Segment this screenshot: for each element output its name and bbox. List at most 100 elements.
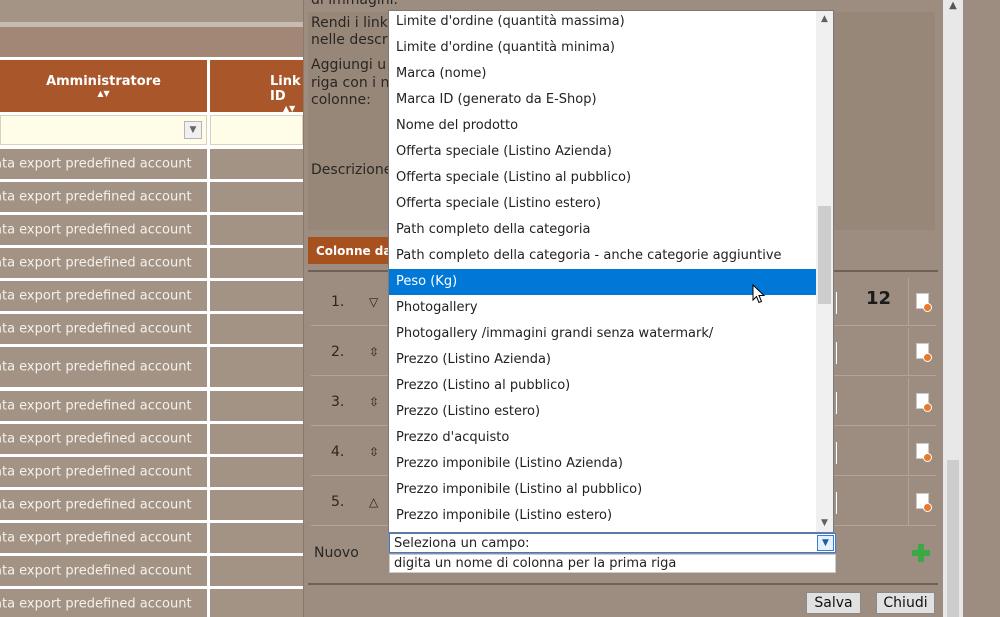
dropdown-option[interactable]: Prezzo (Listino estero) bbox=[389, 399, 816, 425]
sort-updown-icon[interactable]: ▽ bbox=[369, 295, 378, 309]
dropdown-option[interactable]: Prezzo d'acquisto bbox=[389, 425, 816, 451]
dropdown-option[interactable]: Photogallery /immagini grandi senza wate… bbox=[389, 321, 816, 347]
row-1-value: 12 bbox=[866, 288, 892, 309]
sort-arrows-icon[interactable]: ▲▼ bbox=[0, 90, 207, 98]
table-cell-link-id[interactable] bbox=[210, 556, 303, 586]
chevron-down-icon[interactable]: ▼ bbox=[184, 121, 202, 139]
field-select[interactable]: Seleziona un campo: ▼ bbox=[389, 533, 836, 553]
table-cell-link-id[interactable] bbox=[210, 523, 303, 553]
table-row-administrator[interactable]: ata export predefined account bbox=[0, 281, 207, 311]
scroll-up-icon[interactable]: ▲ bbox=[943, 0, 963, 16]
document-remove-icon[interactable] bbox=[916, 292, 932, 312]
column-header-link-id-label: Link ID bbox=[270, 74, 301, 104]
document-remove-icon[interactable] bbox=[916, 392, 932, 412]
dropdown-scrollbar[interactable]: ▲ ▼ bbox=[816, 11, 833, 532]
sort-updown-icon[interactable]: ⇳ bbox=[369, 395, 379, 409]
column-input-edge[interactable] bbox=[835, 492, 837, 514]
document-remove-icon[interactable] bbox=[916, 442, 932, 462]
chevron-down-icon[interactable]: ▼ bbox=[817, 535, 834, 551]
row-number: 4. bbox=[331, 443, 345, 460]
filter-input-link-id[interactable] bbox=[210, 115, 303, 145]
column-input-edge[interactable] bbox=[835, 342, 837, 364]
table-row-administrator[interactable]: ata export predefined account bbox=[0, 424, 207, 454]
table-cell-link-id[interactable] bbox=[210, 248, 303, 278]
row-number: 1. bbox=[331, 293, 345, 310]
table-row-administrator[interactable]: ata export predefined account bbox=[0, 182, 207, 212]
sort-arrows-icon[interactable]: ▲▼ bbox=[210, 105, 303, 113]
dropdown-option[interactable]: Prezzo imponibile (Listino al pubblico) bbox=[389, 477, 816, 503]
table-cell-text: ata export predefined account bbox=[0, 255, 192, 271]
dropdown-option[interactable]: Path completo della categoria - anche ca… bbox=[389, 243, 816, 269]
table-cell-text: ata export predefined account bbox=[0, 431, 192, 447]
table-cell-link-id[interactable] bbox=[210, 182, 303, 212]
table-cell-link-id[interactable] bbox=[210, 347, 303, 387]
plus-icon[interactable] bbox=[912, 544, 930, 562]
table-row-administrator[interactable]: ata export predefined account bbox=[0, 347, 207, 387]
sort-updown-icon[interactable]: ⇳ bbox=[369, 445, 379, 459]
table-row-administrator[interactable]: ata export predefined account bbox=[0, 556, 207, 586]
document-remove-icon[interactable] bbox=[916, 492, 932, 512]
table-cell-link-id[interactable] bbox=[210, 589, 303, 617]
column-input-edge[interactable] bbox=[835, 392, 837, 414]
table-cell-text: ata export predefined account bbox=[0, 189, 192, 205]
dropdown-option[interactable]: Offerta speciale (Listino Azienda) bbox=[389, 139, 816, 165]
column-input-edge[interactable] bbox=[835, 292, 837, 314]
sort-updown-icon[interactable]: △ bbox=[369, 495, 378, 509]
table-cell-link-id[interactable] bbox=[210, 457, 303, 487]
column-header-link-id[interactable]: Link ID ▲▼ bbox=[210, 60, 303, 113]
table-row-administrator[interactable]: ata export predefined account bbox=[0, 589, 207, 617]
dropdown-option[interactable]: Limite d'ordine (quantità minima) bbox=[389, 35, 816, 61]
modal-scroll-thumb[interactable] bbox=[947, 460, 959, 617]
sort-updown-icon[interactable]: ⇳ bbox=[369, 345, 379, 359]
table-cell-link-id[interactable] bbox=[210, 424, 303, 454]
dropdown-option[interactable]: Marca (nome) bbox=[389, 61, 816, 87]
save-button[interactable]: Salva bbox=[806, 592, 861, 614]
dropdown-option[interactable]: Prezzo imponibile (Listino estero) bbox=[389, 503, 816, 529]
chevron-up-icon[interactable]: ▲ bbox=[816, 11, 833, 28]
chevron-down-icon[interactable]: ▼ bbox=[816, 515, 833, 532]
table-row-administrator[interactable]: ata export predefined account bbox=[0, 248, 207, 278]
row-number-cell: 1. bbox=[311, 278, 365, 325]
table-cell-link-id[interactable] bbox=[210, 281, 303, 311]
dropdown-option[interactable]: Offerta speciale (Listino estero) bbox=[389, 191, 816, 217]
field-dropdown-list[interactable]: Limite d'ordine (quantità massima) Limite… bbox=[388, 10, 834, 533]
table-row-administrator[interactable]: ata export predefined account bbox=[0, 215, 207, 245]
column-name-input[interactable]: digita un nome di colonna per la prima r… bbox=[389, 554, 836, 573]
dropdown-option[interactable]: Path completo della categoria bbox=[389, 217, 816, 243]
dropdown-option[interactable]: Offerta speciale (Listino al pubblico) bbox=[389, 165, 816, 191]
new-row-label: Nuovo bbox=[314, 545, 359, 561]
row-action-cell bbox=[908, 478, 936, 525]
dropdown-scroll-thumb[interactable] bbox=[818, 206, 831, 304]
column-header-administrator-label: Amministratore bbox=[46, 74, 161, 89]
page-background-right bbox=[963, 0, 1000, 617]
table-cell-text: ata export predefined account bbox=[0, 398, 192, 414]
table-cell-link-id[interactable] bbox=[210, 490, 303, 520]
close-button[interactable]: Chiudi bbox=[876, 592, 935, 614]
table-cell-text: ata export predefined account bbox=[0, 464, 192, 480]
dropdown-option[interactable]: Limite d'ordine (quantità massima) bbox=[389, 11, 816, 35]
table-row-administrator[interactable]: ata export predefined account bbox=[0, 391, 207, 421]
table-row-administrator[interactable]: ata export predefined account bbox=[0, 523, 207, 553]
dropdown-option[interactable]: Prezzo (Listino Azienda) bbox=[389, 347, 816, 373]
column-header-administrator[interactable]: Amministratore ▲▼ bbox=[0, 60, 207, 112]
table-row-administrator[interactable]: ata export predefined account bbox=[0, 457, 207, 487]
filter-select-administrator[interactable]: ▼ bbox=[0, 115, 207, 145]
table-cell-link-id[interactable] bbox=[210, 391, 303, 421]
dropdown-option[interactable]: Marca ID (generato da E-Shop) bbox=[389, 87, 816, 113]
table-cell-link-id[interactable] bbox=[210, 215, 303, 245]
columns-section-header: Colonne da bbox=[308, 237, 390, 264]
document-remove-icon[interactable] bbox=[916, 342, 932, 362]
modal-scrollbar[interactable]: ▲ bbox=[943, 0, 963, 617]
modal-text-description: Descrizione bbox=[311, 162, 393, 178]
table-cell-link-id[interactable] bbox=[210, 149, 303, 179]
table-row-administrator[interactable]: ata export predefined account bbox=[0, 314, 207, 344]
dropdown-option[interactable]: Nome del prodotto bbox=[389, 113, 816, 139]
dropdown-option[interactable]: Prezzo imponibile (Listino Azienda) bbox=[389, 451, 816, 477]
column-input-edge[interactable] bbox=[835, 442, 837, 464]
table-row-administrator[interactable]: ata export predefined account bbox=[0, 490, 207, 520]
table-cell-text: ata export predefined account bbox=[0, 596, 192, 612]
table-top-band bbox=[0, 0, 303, 22]
table-cell-link-id[interactable] bbox=[210, 314, 303, 344]
table-row-administrator[interactable]: ata export predefined account bbox=[0, 149, 207, 179]
dropdown-option[interactable]: Prezzo (Listino al pubblico) bbox=[389, 373, 816, 399]
